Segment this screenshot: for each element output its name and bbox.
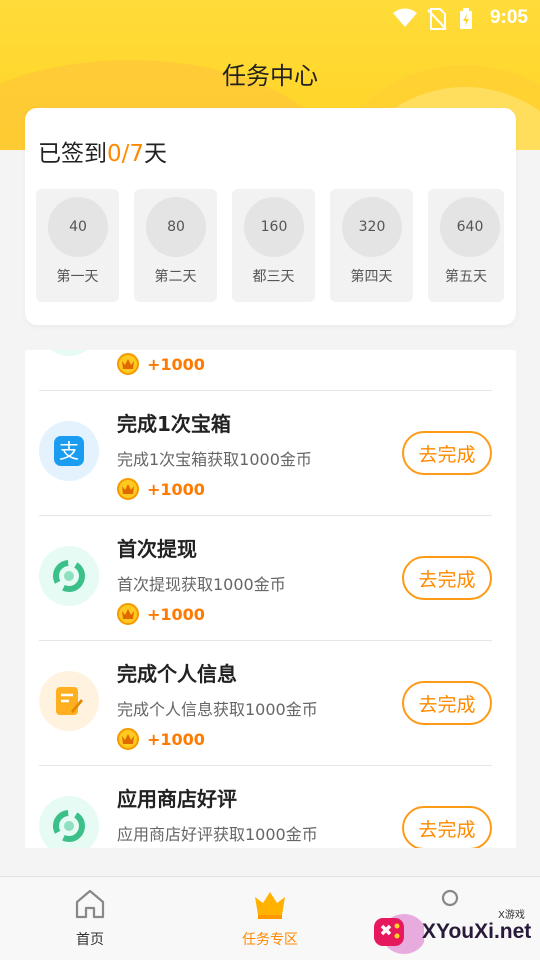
divider [39,515,492,516]
task-item: 完成个人信息 完成个人信息获取1000金币 +1000 去完成 [39,640,492,765]
task-name: 完成1次宝箱 [117,412,231,436]
task-desc: 完成个人信息获取1000金币 [117,700,318,719]
sign-day-3[interactable]: 160 都三天 [232,189,315,302]
swirl-icon [39,350,99,356]
divider [39,765,492,766]
swirl-icon [39,796,99,848]
day-label: 第四天 [350,269,393,285]
complete-task-button[interactable]: 去完成 [402,681,492,725]
day-points: 40 [48,197,108,257]
coin-icon [117,353,139,375]
nav-item-tasks[interactable]: 任务专区 [220,887,320,949]
task-item: 支 完成1次宝箱 完成1次宝箱获取1000金币 +1000 去完成 [39,390,492,515]
task-desc: 应用商店好评获取1000金币 [117,825,318,844]
task-name: 首次提现 [117,537,197,561]
swirl-icon [39,546,99,606]
day-points: 320 [342,197,402,257]
task-reward: +1000 [117,478,205,500]
reward-amount: +1000 [147,354,205,374]
no-sim-icon [427,8,447,34]
complete-task-button[interactable]: 去完成 [402,431,492,475]
svg-text:支: 支 [59,439,79,463]
watermark-sub: X游戏 [498,910,525,921]
task-item: 应用商店好评 应用商店好评获取1000金币 去完成 [39,765,492,848]
complete-task-button[interactable]: 去完成 [402,806,492,848]
day-label: 第二天 [154,269,197,285]
sign-in-card: 已签到0/7天 40 第一天 80 第二天 160 都三天 320 第四天 64… [25,108,516,325]
divider [39,640,492,641]
crown-icon [252,892,288,925]
task-item-partial: +1000 [39,350,492,390]
day-points: 640 [440,197,500,257]
reward-amount: +1000 [147,479,205,499]
task-list[interactable]: +1000 支 完成1次宝箱 完成1次宝箱获取1000金币 +1000 去完成 … [25,350,516,848]
wifi-icon [393,8,417,32]
alipay-icon: 支 [39,421,99,481]
coin-icon [117,728,139,750]
reward-amount: +1000 [147,604,205,624]
sign-in-suffix: 天 [144,141,168,167]
day-label: 都三天 [252,269,295,285]
home-icon [73,889,107,925]
nav-item-home[interactable]: 首页 [40,887,140,949]
day-points: 160 [244,197,304,257]
sign-in-status: 已签到0/7天 [38,134,167,168]
divider [39,390,492,391]
sign-day-2[interactable]: 80 第二天 [134,189,217,302]
task-reward: +1000 [117,603,205,625]
nav-label-home: 首页 [76,932,104,948]
day-points: 80 [146,197,206,257]
complete-task-button[interactable]: 去完成 [402,556,492,600]
nav-label-tasks: 任务专区 [242,932,298,948]
task-reward: +1000 [117,353,205,375]
sign-in-prefix: 已签到 [38,141,107,167]
status-bar: 9:05 [0,0,540,36]
watermark-logo: X游戏 XYouXi.net [370,900,540,960]
battery-charging-icon [459,8,473,34]
reward-amount: +1000 [147,729,205,749]
day-label: 第一天 [56,269,99,285]
coin-icon [117,478,139,500]
task-item: 首次提现 首次提现获取1000金币 +1000 去完成 [39,515,492,640]
sign-day-4[interactable]: 320 第四天 [330,189,413,302]
sign-day-5[interactable]: 640 第五天 [428,189,504,302]
day-label: 第五天 [445,269,487,285]
task-name: 完成个人信息 [117,662,237,686]
task-desc: 完成1次宝箱获取1000金币 [117,450,312,469]
watermark-text: XYouXi.net [422,920,532,943]
sign-day-1[interactable]: 40 第一天 [36,189,119,302]
task-reward: +1000 [117,728,205,750]
sign-in-count: 0/7 [107,141,145,167]
page-title: 任务中心 [222,62,318,90]
edit-doc-icon [39,671,99,731]
clock: 9:05 [489,7,528,28]
coin-icon [117,603,139,625]
task-name: 应用商店好评 [117,787,237,811]
task-desc: 首次提现获取1000金币 [117,575,286,594]
